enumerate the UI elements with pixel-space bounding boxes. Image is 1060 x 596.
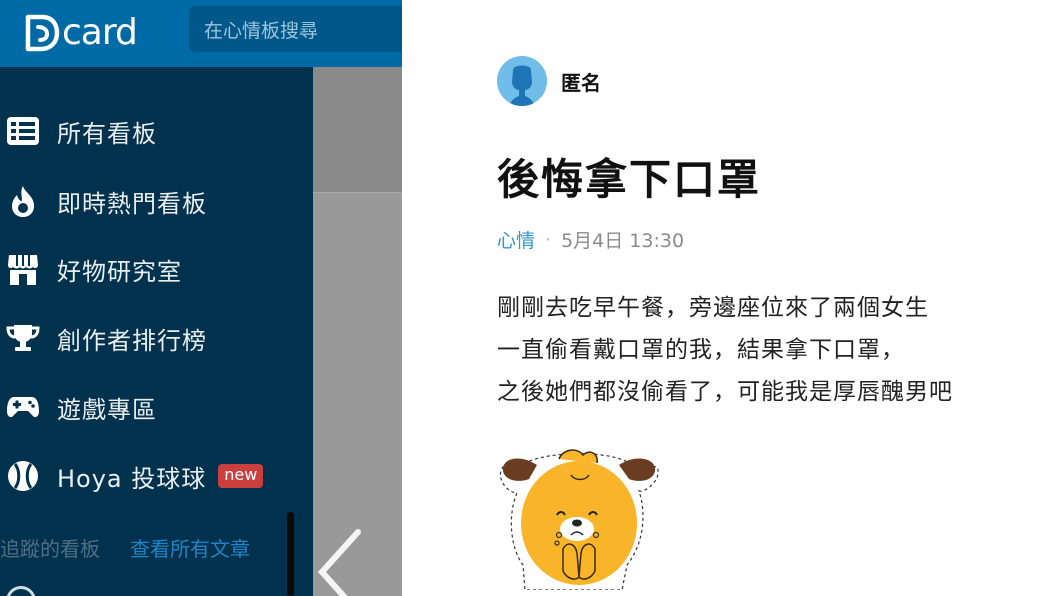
meta-separator: ·: [545, 228, 552, 251]
view-all-posts-link[interactable]: 查看所有文章: [130, 533, 250, 562]
post-timestamp: 5月4日 13:30: [561, 230, 685, 252]
sidebar-item-label: Hoya 投球球: [57, 464, 207, 493]
post-screen: 匿名 後悔拿下口罩 心情 · 5月4日 13:30 剛剛去吃早午餐，旁邊座位來了…: [402, 0, 1060, 596]
dcard-logo-icon: [25, 14, 60, 52]
post-title: 後悔拿下口罩: [497, 155, 762, 204]
baseball-icon: [4, 457, 42, 495]
top-bar: card 在心情板搜尋: [0, 0, 402, 67]
sidebar-item-label: 遊戲專區: [57, 395, 157, 424]
chevron-left-icon[interactable]: [312, 528, 372, 596]
author-name: 匿名: [561, 70, 601, 95]
sidebar-item-hot-forums[interactable]: 即時熱門看板: [0, 171, 313, 231]
sidebar-menu: 所有看板 即時熱門看板 好物研究室 創作者排行榜 遊戲專區 Hoya 投球球 n…: [0, 67, 313, 596]
sidebar-item-games[interactable]: 遊戲專區: [0, 377, 313, 437]
sidebar-item-goods-lab[interactable]: 好物研究室: [0, 239, 313, 299]
post-body-line: 剛剛去吃早午餐，旁邊座位來了兩個女生: [497, 295, 929, 321]
post-body-line: 一直偷看戴口罩的我，結果拿下口罩，: [497, 337, 905, 363]
followed-forums-header: 追蹤的看板 查看所有文章: [0, 530, 313, 564]
anonymous-avatar: [497, 56, 547, 106]
store-icon: [4, 250, 42, 288]
sidebar-item-label: 即時熱門看板: [57, 189, 207, 218]
overlay-divider: [313, 192, 402, 193]
post-body-line: 之後她們都沒偷看了，可能我是厚唇醜男吧: [497, 379, 953, 405]
search-placeholder: 在心情板搜尋: [204, 19, 319, 42]
sidebar-item-hoya-baseball[interactable]: Hoya 投球球 new: [0, 446, 313, 506]
post-author: 匿名: [497, 56, 601, 106]
post-meta: 心情 · 5月4日 13:30: [497, 226, 684, 253]
sidebar-screen: card 在心情板搜尋 所有看板 即時熱門看板 好物研究室 創作者排行榜 遊戲專…: [0, 0, 402, 596]
anonymous-user-icon: [497, 56, 547, 106]
brand-name: card: [62, 12, 138, 53]
dimmed-header-overlay: [313, 67, 402, 192]
sidebar-item-label: 創作者排行榜: [57, 326, 207, 355]
search-input[interactable]: 在心情板搜尋: [189, 6, 402, 52]
sidebar-scrollbar[interactable]: [287, 512, 294, 596]
sidebar-item-label: 好物研究室: [57, 257, 182, 286]
sidebar-item-label: 所有看板: [57, 119, 157, 148]
post-body: 剛剛去吃早午餐，旁邊座位來了兩個女生 一直偷看戴口罩的我，結果拿下口罩， 之後她…: [497, 287, 953, 413]
dcard-logo[interactable]: card: [24, 8, 138, 58]
gamepad-icon: [4, 388, 42, 426]
sidebar-item-creator-ranking[interactable]: 創作者排行榜: [0, 308, 313, 368]
forum-link[interactable]: 心情: [497, 226, 535, 253]
crying-dog-sticker: [499, 449, 659, 590]
flame-icon: [4, 182, 42, 220]
sidebar-item-all-forums[interactable]: 所有看板: [0, 101, 313, 161]
trophy-icon: [4, 319, 42, 357]
new-badge: new: [218, 464, 264, 488]
followed-forums-label: 追蹤的看板: [0, 536, 100, 561]
list-icon: [4, 112, 42, 150]
